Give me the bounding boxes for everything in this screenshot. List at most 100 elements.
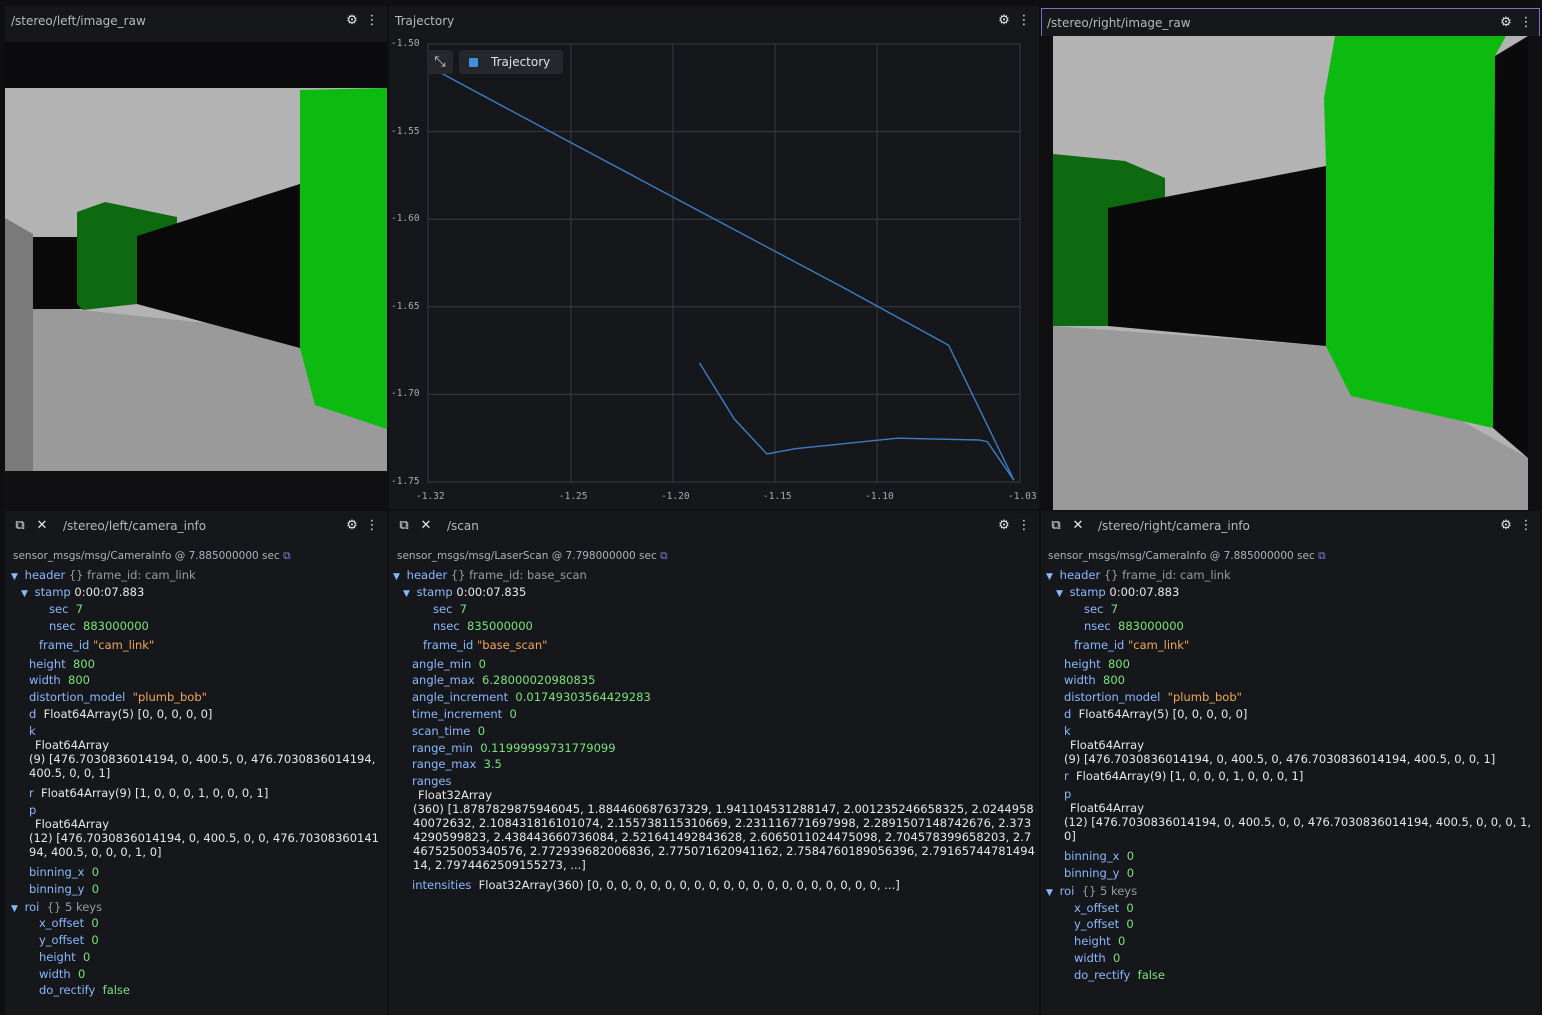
gear-icon[interactable]: ⚙ [1499,16,1513,30]
collapse-icon[interactable]: ✕ [1071,519,1085,533]
field-key: binning_x [29,865,85,879]
field-value: 0 [1126,917,1134,931]
field-key: height [1074,934,1111,948]
collapse-legend-button[interactable]: ⤡ [427,50,453,74]
field-value: 0 [1113,951,1121,965]
message-type: sensor_msgs/msg/CameraInfo @ 7.885000000… [1048,550,1315,562]
field-value: 0 [1126,849,1135,863]
y-tick-label: -1.65 [391,300,420,312]
panel-titlebar: ⧉ ✕ /stereo/left/camera_info ⚙ ⋮ [5,511,387,541]
y-tick-label: -1.60 [391,213,420,225]
image-viewport[interactable] [1041,36,1540,510]
field-key[interactable]: header [25,568,66,582]
field-key[interactable]: header [1060,568,1101,582]
field-value: "cam_link" [93,638,155,652]
field-value: 0 [1126,866,1135,880]
legend-swatch [469,57,478,67]
copy-icon[interactable]: ⧉ [1318,550,1326,562]
legend[interactable]: Trajectory [459,50,563,74]
field-key: range_min [412,741,473,755]
image-viewport[interactable] [5,42,387,509]
field-value: Float64Array [1070,801,1145,815]
field-value: 0.017493035644292​83 [515,690,651,704]
expand-icon[interactable]: ▼ [403,587,413,601]
plot-area[interactable]: -1.32 -1.25 -1.20 -1.15 -1.10 -1.03 -1.50 -1.55… [389,36,1039,509]
x-tick-label: -1.03 [1008,491,1037,502]
field-key: p [1064,787,1072,801]
message-type: sensor_msgs/msg/LaserScan @ 7.798000000 … [397,550,657,562]
field-value: 0 [477,724,486,738]
field-value: 0 [1117,934,1126,948]
message-tree: sensor_msgs/msg/CameraInfo @ 7.885000000… [1041,549,1540,1015]
field-value: 800 [1107,657,1130,671]
field-value: "plumb_bob" [1167,690,1242,704]
field-value: "plumb_bob" [132,690,207,704]
kebab-menu-icon[interactable]: ⋮ [1017,14,1031,28]
field-value: 0 [91,933,99,947]
axis-ticks: -1.32 -1.25 -1.20 -1.15 -1.10 -1.03 -1.50 -1.55… [389,36,1039,509]
kebab-menu-icon[interactable]: ⋮ [365,14,379,28]
field-key[interactable]: stamp [1070,585,1106,599]
field-key: p [29,803,37,817]
gear-icon[interactable]: ⚙ [1499,519,1513,533]
copy-icon[interactable]: ⧉ [660,550,668,562]
field-key[interactable]: stamp [35,585,71,599]
field-key: time_increment [412,707,503,721]
copy-icon[interactable]: ⧉ [397,519,411,533]
field-key: sec [1084,602,1104,616]
field-value: 0:00:07.835 [456,585,527,599]
field-key: width [29,673,61,687]
field-value: Float64Array(5) [0, 0, 0, 0, 0] [43,707,213,721]
field-key: sec [433,602,453,616]
field-value: 0:00:07.883 [1109,585,1180,599]
expand-icon[interactable]: ▼ [11,570,21,584]
field-key: sec [49,602,69,616]
field-key: width [1074,951,1106,965]
gear-icon[interactable]: ⚙ [345,14,359,28]
panel-titlebar: /stereo/left/image_raw ⚙ ⋮ [5,6,387,36]
copy-icon[interactable]: ⧉ [1049,519,1063,533]
field-key[interactable]: roi [1060,884,1075,898]
x-tick-label: -1.15 [763,491,792,502]
field-key: height [39,950,76,964]
field-key[interactable]: stamp [417,585,453,599]
panel-title: /scan [447,519,479,533]
field-key: intensities [412,878,472,892]
field-key: height [29,657,66,671]
field-value: (9) [476.7030836014194, 0, 400.5, 0, 476… [29,752,376,780]
field-value: 0 [509,707,517,721]
field-value: 0 [91,865,100,879]
x-tick-label: -1.25 [558,491,588,502]
field-value: Float64Array(9) [1, 0, 0, 0, 1, 0, 0, 0,… [1076,769,1304,783]
field-key[interactable]: roi [25,900,40,914]
collapse-icon[interactable]: ✕ [35,519,49,533]
camera-image [5,42,387,509]
kebab-menu-icon[interactable]: ⋮ [1017,519,1031,533]
expand-icon[interactable]: ▼ [1046,886,1056,900]
kebab-menu-icon[interactable]: ⋮ [1519,519,1533,533]
gear-icon[interactable]: ⚙ [997,519,1011,533]
y-tick-label: -1.75 [391,476,420,487]
kebab-menu-icon[interactable]: ⋮ [365,519,379,533]
field-value: Float64Array [1070,738,1145,752]
gear-icon[interactable]: ⚙ [345,519,359,533]
panel-title: /stereo/right/image_raw [1047,16,1191,30]
copy-icon[interactable]: ⧉ [13,519,27,533]
field-key: width [1064,673,1096,687]
field-value: Float64Array(5) [0, 0, 0, 0, 0] [1078,707,1248,721]
expand-icon[interactable]: ▼ [11,902,21,916]
expand-icon[interactable]: ▼ [1056,587,1066,601]
expand-icon[interactable]: ▼ [393,570,403,584]
field-key[interactable]: header [407,568,448,582]
kebab-menu-icon[interactable]: ⋮ [1519,16,1533,30]
copy-icon[interactable]: ⧉ [283,550,291,562]
gear-icon[interactable]: ⚙ [997,14,1011,28]
panel-titlebar: ⧉ ✕ /scan ⚙ ⋮ [389,511,1039,541]
expand-icon[interactable]: ▼ [1046,570,1056,584]
field-key: do_rectify [1074,968,1131,982]
legend-label: Trajectory [491,55,551,69]
collapse-icon[interactable]: ✕ [419,519,433,533]
field-value: Float64Array [35,738,110,752]
field-value: 6.28000020980835 [482,673,596,687]
expand-icon[interactable]: ▼ [21,587,31,601]
